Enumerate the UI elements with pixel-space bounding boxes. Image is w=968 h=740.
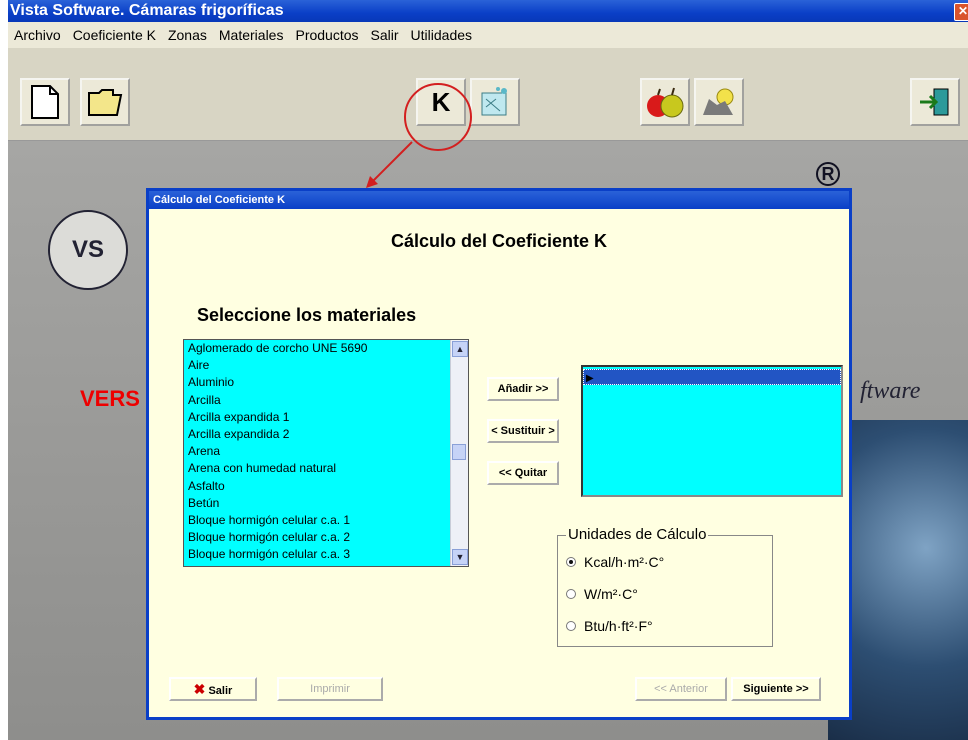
list-item[interactable]: Arena <box>188 443 452 460</box>
materials-listbox[interactable]: Aglomerado de corcho UNE 5690 Aire Alumi… <box>183 339 469 567</box>
list-item[interactable]: Bloque hormigón celular c.a. 3 <box>188 546 452 563</box>
unit-label-btu: Btu/h·ft²·F° <box>584 618 653 634</box>
menu-coeficiente-k[interactable]: Coeficiente K <box>67 22 162 48</box>
folder-icon <box>88 89 123 116</box>
brand-text-left: VERS <box>80 386 140 411</box>
exit-button[interactable]: ✖ Salir <box>169 677 257 701</box>
units-group: Unidades de Cálculo Kcal/h·m²·C° W/m²·C°… <box>557 526 773 647</box>
fruit-icon <box>647 87 684 118</box>
menu-utilidades[interactable]: Utilidades <box>405 22 478 48</box>
zones-button[interactable] <box>470 78 520 126</box>
replace-button[interactable]: < Sustituir > <box>487 419 559 443</box>
selected-materials-list[interactable]: ▶ <box>581 365 843 497</box>
print-button[interactable]: Imprimir <box>277 677 383 701</box>
products-button[interactable] <box>640 78 690 126</box>
list-item[interactable]: Arena con humedad natural <box>188 460 452 477</box>
list-item[interactable]: Aire <box>188 357 452 374</box>
materials-button[interactable] <box>694 78 744 126</box>
menu-bar: Archivo Coeficiente K Zonas Materiales P… <box>8 22 968 48</box>
list-item[interactable]: Arcilla expandida 2 <box>188 426 452 443</box>
scroll-up-icon[interactable]: ▲ <box>452 341 468 357</box>
scroll-down-icon[interactable]: ▼ <box>452 549 468 565</box>
list-item[interactable]: Aluminio <box>188 374 452 391</box>
unit-option-w[interactable]: W/m²·C° <box>566 586 638 602</box>
list-scrollbar[interactable]: ▲ ▼ <box>450 340 468 566</box>
menu-salir[interactable]: Salir <box>365 22 405 48</box>
new-file-button[interactable] <box>20 78 70 126</box>
exit-door-icon <box>920 88 949 116</box>
menu-archivo[interactable]: Archivo <box>8 22 67 48</box>
brand-text-right: ftware <box>860 378 921 404</box>
list-item[interactable]: Aglomerado de corcho UNE 5690 <box>188 340 452 357</box>
list-item[interactable]: Bloque hormigón celular c.a. 1 <box>188 512 452 529</box>
menu-materiales[interactable]: Materiales <box>213 22 290 48</box>
menu-zonas[interactable]: Zonas <box>162 22 213 48</box>
vs-logo: VS <box>48 210 128 290</box>
list-item[interactable]: Arcilla <box>188 392 452 409</box>
dialog-titlebar: Cálculo del Coeficiente K <box>149 191 849 209</box>
new-file-icon <box>31 85 59 119</box>
dialog-heading: Cálculo del Coeficiente K <box>390 231 608 251</box>
x-icon: ✖ <box>193 681 206 697</box>
window-title: Vista Software. Cámaras frigoríficas <box>10 2 284 19</box>
radio-btu[interactable] <box>566 621 576 631</box>
row-pointer-icon: ▶ <box>586 373 594 384</box>
close-icon[interactable]: ✕ <box>954 3 968 21</box>
toolbar: K <box>8 48 968 141</box>
list-item[interactable]: Bloque hormigón celular c.a. 2 <box>188 529 452 546</box>
add-button[interactable]: Añadir >> <box>487 377 559 401</box>
ice-icon <box>481 87 507 116</box>
next-button[interactable]: Siguiente >> <box>731 677 821 701</box>
registered-mark: R <box>816 162 840 186</box>
previous-button[interactable]: << Anterior <box>635 677 727 701</box>
unit-label-w: W/m²·C° <box>584 586 638 602</box>
list-item[interactable]: Betún <box>188 495 452 512</box>
remove-button[interactable]: << Quitar <box>487 461 559 485</box>
open-folder-button[interactable] <box>80 78 130 126</box>
exit-button-toolbar[interactable] <box>910 78 960 126</box>
scroll-thumb[interactable] <box>452 444 466 460</box>
list-item[interactable]: Arcilla expandida 1 <box>188 409 452 426</box>
unit-option-kcal[interactable]: Kcal/h·m²·C° <box>566 554 664 570</box>
weather-icon <box>703 88 734 115</box>
exit-label: Salir <box>208 685 233 697</box>
annotation-arrow <box>366 141 413 188</box>
unit-label-kcal: Kcal/h·m²·C° <box>584 554 665 570</box>
selected-row[interactable]: ▶ <box>583 369 841 385</box>
list-item[interactable]: Asfalto <box>188 478 452 495</box>
menu-productos[interactable]: Productos <box>289 22 364 48</box>
materials-list: Aglomerado de corcho UNE 5690 Aire Alumi… <box>184 340 452 564</box>
select-materials-label: Seleccione los materiales <box>197 305 417 325</box>
radio-kcal[interactable] <box>566 557 576 567</box>
coeficiente-k-dialog: Cálculo del Coeficiente K Cálculo del Co… <box>146 188 852 720</box>
window-titlebar: Vista Software. Cámaras frigoríficas ✕ <box>8 0 968 22</box>
units-legend: Unidades de Cálculo <box>566 526 709 543</box>
radio-w[interactable] <box>566 589 576 599</box>
unit-option-btu[interactable]: Btu/h·ft²·F° <box>566 618 653 634</box>
